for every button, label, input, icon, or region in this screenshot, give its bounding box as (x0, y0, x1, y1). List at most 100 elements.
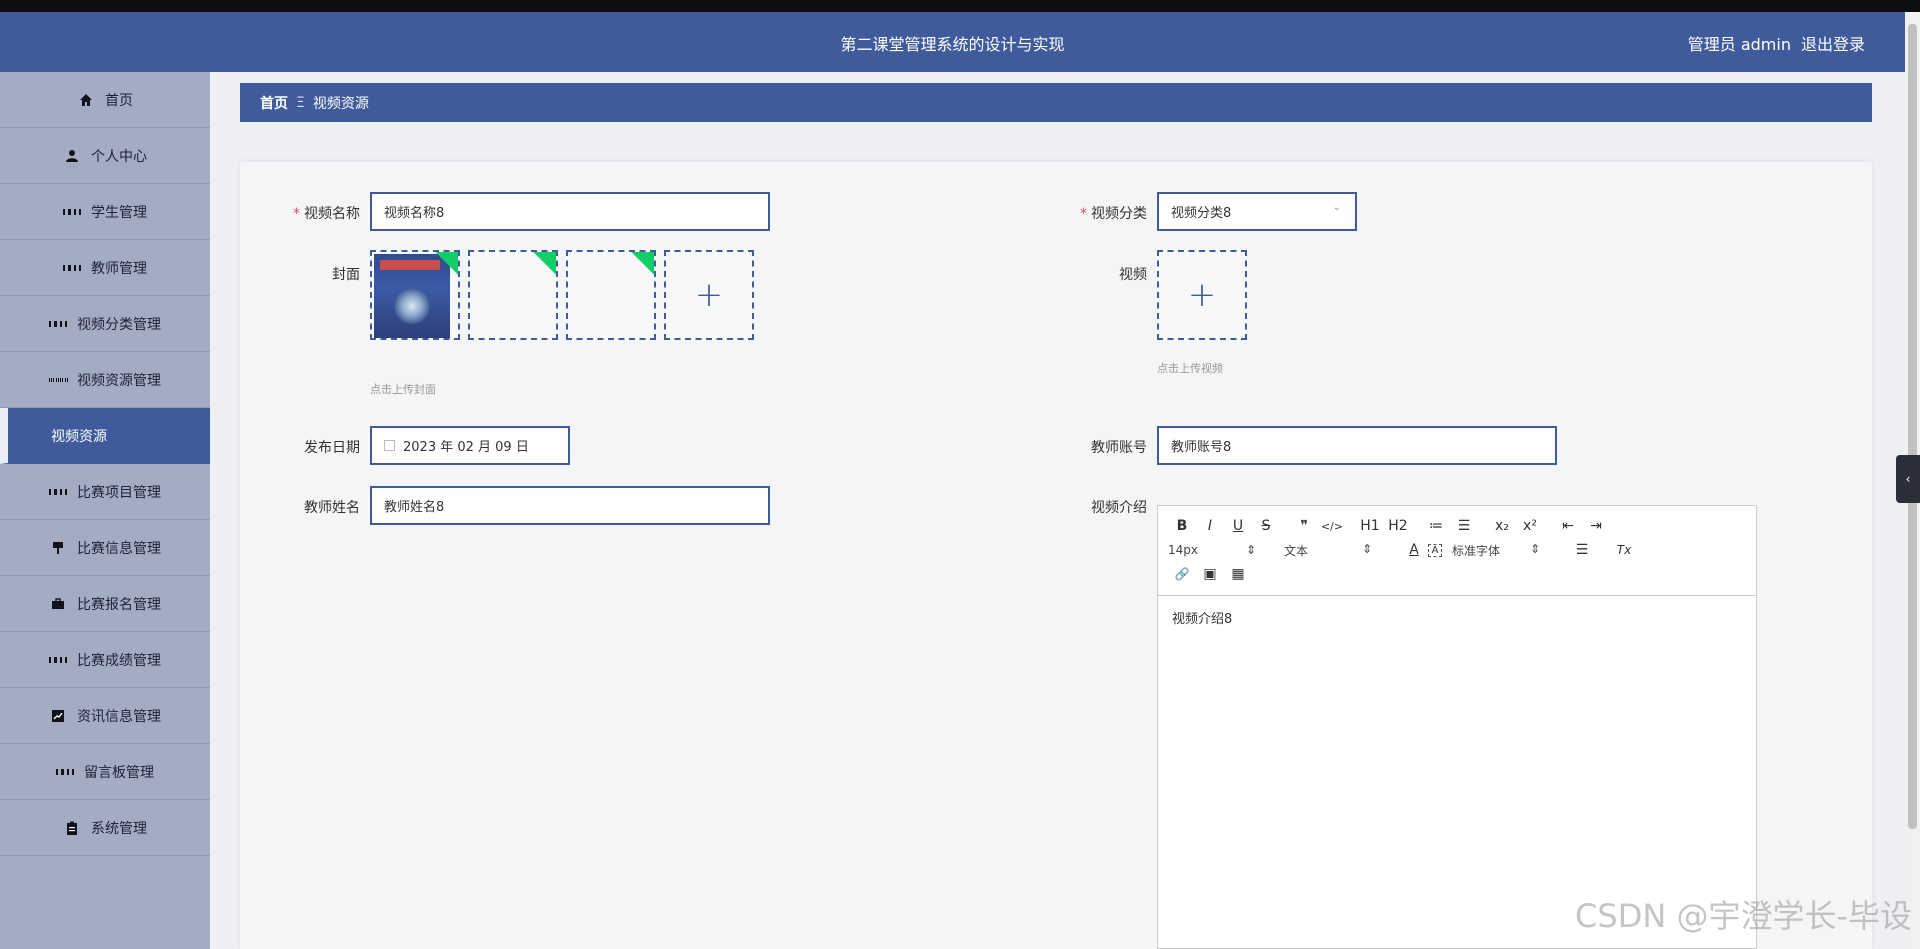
app-header: 第二课堂管理系统的设计与实现 管理员 admin 退出登录 (0, 12, 1905, 72)
updown-arrow-icon: ⇕ (1529, 541, 1540, 556)
breadcrumb-separator: Ξ (296, 94, 305, 111)
video-name-input[interactable]: 视频名称8 (370, 192, 770, 231)
sidebar-item-label: 系统管理 (91, 820, 147, 837)
user-role: 管理员 admin (1687, 35, 1791, 54)
side-collapse-tab[interactable]: ‹ (1896, 455, 1920, 503)
briefcase-icon (49, 595, 67, 613)
header1-button[interactable]: H1 (1356, 518, 1384, 534)
sidebar-item-label: 学生管理 (91, 204, 147, 221)
indent-button[interactable]: ⇥ (1582, 518, 1610, 534)
updown-arrow-icon: ⇕ (1361, 541, 1372, 556)
sidebar-item-students[interactable]: 学生管理 (0, 184, 210, 240)
subscript-button[interactable]: x₂ (1488, 518, 1516, 534)
sidebar-item-label: 视频资源 (51, 428, 107, 445)
grid-icon (49, 483, 67, 501)
sidebar-item-competition-projects[interactable]: 比赛项目管理 (0, 464, 210, 520)
cover-upload-hint: 点击上传封面 (370, 383, 436, 396)
plus-icon: + (694, 275, 724, 315)
image-button[interactable]: ▣ (1196, 566, 1224, 582)
sidebar-item-label: 比赛报名管理 (77, 596, 161, 613)
sidebar-item-profile[interactable]: 个人中心 (0, 128, 210, 184)
plus-icon: + (1187, 275, 1217, 315)
grid-icon (56, 763, 74, 781)
editor-toolbar: B I U S ❞ </> H1 H2 ≔ ☰ x₂ x² ⇤ ⇥ 14px ⇕ … (1158, 506, 1756, 596)
link-button[interactable]: 🔗 (1168, 567, 1196, 581)
paragraph-select[interactable]: 文本 ⇕ (1284, 542, 1372, 559)
outdent-button[interactable]: ⇤ (1554, 518, 1582, 534)
video-upload-hint: 点击上传视频 (1157, 362, 1223, 375)
sidebar-item-competition-results[interactable]: 比赛成绩管理 (0, 632, 210, 688)
clipboard-icon (63, 819, 81, 837)
teacher-name-label: 教师姓名 (304, 500, 360, 516)
window-top-strip (0, 0, 1920, 12)
ordered-list-button[interactable]: ≔ (1422, 518, 1450, 534)
teacher-account-input[interactable]: 教师账号8 (1157, 426, 1557, 465)
home-icon (77, 91, 95, 109)
logout-link[interactable]: 退出登录 (1801, 31, 1865, 55)
editor-toolbar-row: 🔗 ▣ ▦ (1168, 562, 1746, 586)
chart-icon (49, 707, 67, 725)
sidebar-item-label: 比赛成绩管理 (77, 652, 161, 669)
sidebar-item-label: 留言板管理 (84, 764, 154, 781)
sidebar-item-system[interactable]: 系统管理 (0, 800, 210, 856)
sidebar-item-news[interactable]: 资讯信息管理 (0, 688, 210, 744)
video-category-select[interactable]: 视频分类8 ⌄ (1157, 192, 1357, 231)
clear-format-button[interactable]: Tx (1610, 543, 1638, 557)
font-size-select[interactable]: 14px ⇕ (1168, 543, 1256, 557)
publish-date-input[interactable]: 2023 年 02 月 09 日 (370, 426, 570, 465)
editor-content[interactable]: 视频介绍8 (1158, 596, 1756, 639)
app-title: 第二课堂管理系统的设计与实现 (840, 35, 1065, 54)
video-name-label: * 视频名称 (293, 206, 360, 222)
bold-button[interactable]: B (1168, 518, 1196, 534)
font-family-select[interactable]: 标准字体 ⇕ (1452, 542, 1540, 559)
scrollbar-thumb[interactable] (1908, 24, 1917, 829)
user-area: 管理员 admin 退出登录 (1688, 31, 1865, 55)
sidebar-item-label: 视频资源管理 (77, 372, 161, 389)
sidebar-item-message-board[interactable]: 留言板管理 (0, 744, 210, 800)
uploaded-check-flag (533, 252, 556, 275)
sidebar-item-label: 教师管理 (91, 260, 147, 277)
sidebar-item-competition-signup[interactable]: 比赛报名管理 (0, 576, 210, 632)
teacher-name-input[interactable]: 教师姓名8 (370, 486, 770, 525)
cover-image-item[interactable] (566, 250, 656, 340)
breadcrumb-home[interactable]: 首页 (260, 93, 288, 113)
sidebar-item-competition-info[interactable]: 比赛信息管理 (0, 520, 210, 576)
sidebar-item-video-category[interactable]: 视频分类管理 (0, 296, 210, 352)
grid-icon (63, 203, 81, 221)
video-intro-label: 视频介绍 (1091, 500, 1147, 516)
editor-toolbar-row: 14px ⇕ 文本 ⇕ A A 标准字体 ⇕ ☰ Tx (1168, 538, 1746, 562)
underline-button[interactable]: U (1224, 518, 1252, 534)
code-block-button[interactable]: </> (1318, 520, 1346, 533)
cover-image-item[interactable] (370, 250, 460, 340)
bullet-list-button[interactable]: ☰ (1450, 518, 1478, 534)
rich-text-editor: B I U S ❞ </> H1 H2 ≔ ☰ x₂ x² ⇤ ⇥ 14px ⇕ … (1157, 505, 1757, 949)
font-color-button[interactable]: A (1400, 542, 1428, 558)
sidebar-item-label: 个人中心 (91, 148, 147, 165)
sidebar-item-label: 比赛信息管理 (77, 540, 161, 557)
sidebar-subitem-video-resource[interactable]: 视频资源 (0, 408, 210, 464)
video-upload-button[interactable]: + (1157, 250, 1247, 340)
background-color-button[interactable]: A (1428, 543, 1442, 557)
superscript-button[interactable]: x² (1516, 518, 1544, 534)
cover-label: 封面 (332, 267, 360, 283)
sidebar-item-video-resource-mgmt[interactable]: 视频资源管理 (0, 352, 210, 408)
video-label: 视频 (1119, 267, 1147, 283)
grid-icon (49, 651, 67, 669)
sidebar-item-teachers[interactable]: 教师管理 (0, 240, 210, 296)
sidebar-item-home[interactable]: 首页 (0, 72, 210, 128)
strike-button[interactable]: S (1252, 518, 1280, 534)
sidebar-item-label: 比赛项目管理 (77, 484, 161, 501)
italic-button[interactable]: I (1196, 518, 1224, 534)
blockquote-button[interactable]: ❞ (1290, 518, 1318, 534)
user-icon (63, 147, 81, 165)
align-button[interactable]: ☰ (1568, 542, 1596, 558)
video-button[interactable]: ▦ (1224, 566, 1252, 582)
sidebar-item-label: 首页 (105, 92, 133, 109)
breadcrumb: 首页 Ξ 视频资源 (240, 83, 1872, 122)
cover-image-item[interactable] (468, 250, 558, 340)
cover-upload-button[interactable]: + (664, 250, 754, 340)
header2-button[interactable]: H2 (1384, 518, 1412, 534)
editor-toolbar-row: B I U S ❞ </> H1 H2 ≔ ☰ x₂ x² ⇤ ⇥ (1168, 514, 1746, 538)
chevron-down-icon: ⌄ (1332, 202, 1341, 213)
uploaded-check-flag (631, 252, 654, 275)
